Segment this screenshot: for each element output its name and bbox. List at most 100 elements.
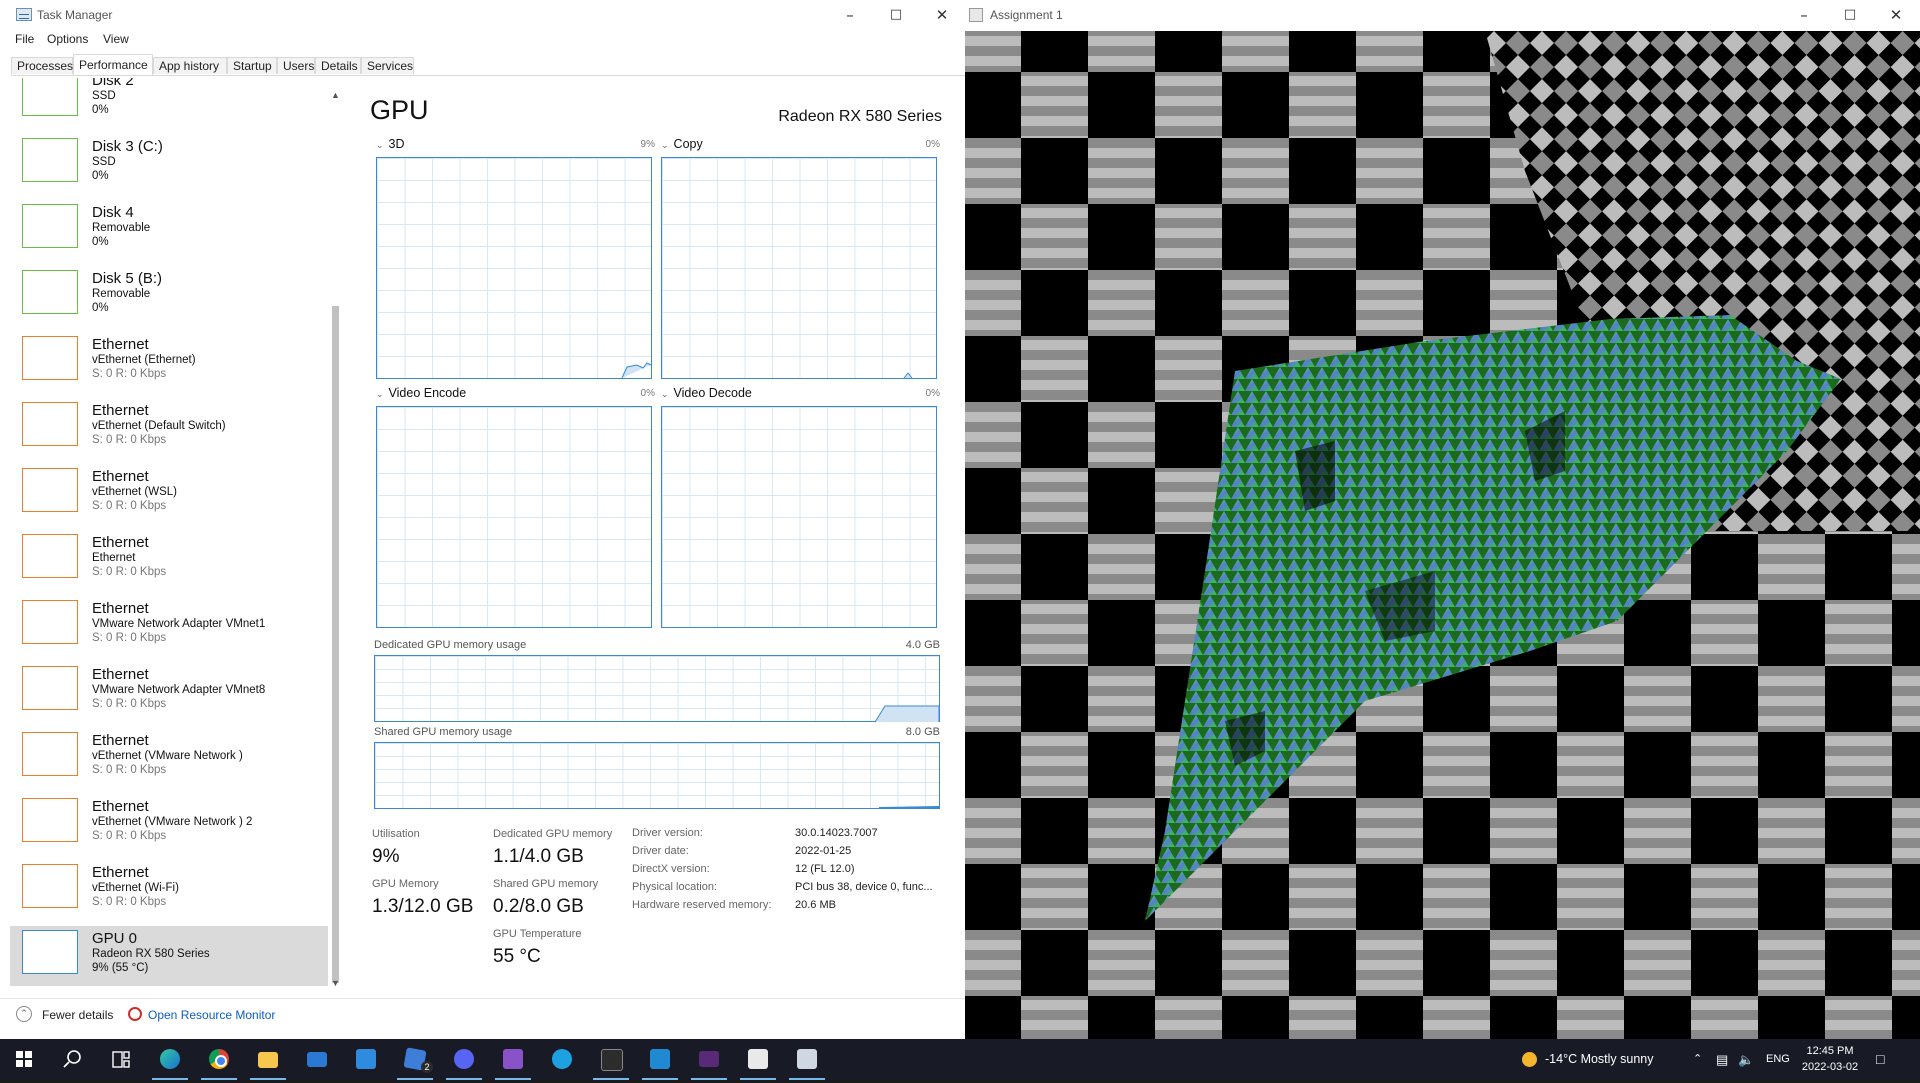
chevron-down-icon: ⌄ [661,389,669,399]
resource-thumbnail [22,600,78,644]
engine-dropdown-video-decode[interactable]: ⌄ Video Decode [661,386,752,400]
engine-label: 3D [388,137,405,151]
resource-list-scrollbar[interactable]: ▲ ▼ [328,88,344,991]
resource-item-eth[interactable]: Ethernet vEthernet (Wi-Fi) S: 0 R: 0 Kbps [10,860,328,920]
engine-percent: 0% [925,139,940,150]
resource-subtitle: SSD [92,156,116,168]
resource-item-disk[interactable]: Disk 3 (C:) SSD 0% [10,134,328,194]
scroll-thumb[interactable] [332,306,339,983]
engine-dropdown-3d[interactable]: ⌄ 3D [376,137,405,151]
physical-location-value: PCI bus 38, device 0, func... [795,881,933,893]
clock[interactable]: 12:45 PM 2022-03-02 [1800,1043,1860,1075]
weather-icon[interactable] [1522,1052,1537,1067]
app-purple-icon[interactable] [685,1039,733,1080]
start-icon[interactable] [0,1039,48,1080]
tab-details[interactable]: Details [315,57,361,74]
engine-dropdown-video-encode[interactable]: ⌄ Video Encode [376,386,466,400]
menu-view[interactable]: View [103,32,129,46]
fewer-details-link[interactable]: Fewer details [42,1008,113,1022]
tab-startup[interactable]: Startup [227,57,277,74]
search-icon[interactable] [48,1039,96,1080]
volume-icon[interactable]: 🔈 [1738,1039,1754,1080]
resource-value: S: 0 R: 0 Kbps [92,632,167,644]
resource-item-disk[interactable]: Disk 5 (B:) Removable 0% [10,266,328,326]
resource-item-eth[interactable]: Ethernet VMware Network Adapter VMnet1 S: … [10,596,328,656]
engine-percent: 0% [640,388,655,399]
dedicated-memory-graph [374,655,940,723]
resource-item-eth[interactable]: Ethernet vEthernet (VMware Network ) S: 0 … [10,728,328,788]
render-viewport[interactable] [965,31,1920,1039]
resource-item-gpu[interactable]: GPU 0 Radeon RX 580 Series 9% (55 °C) [10,926,328,986]
menu-options[interactable]: Options [47,32,88,46]
dedicated-memory-stat-value: 1.1/4.0 GB [493,846,584,867]
resource-value: 0% [92,236,109,248]
tab-bar: Processes Performance App history Startu… [11,54,965,76]
tab-users[interactable]: Users [277,57,315,74]
resource-list: Disk 2 SSD 0% Disk 3 (C:) SSD 0% Disk 4 Removab… [10,78,328,990]
clock-date: 2022-03-02 [1801,1061,1859,1073]
resource-item-disk[interactable]: Disk 2 SSD 0% [10,78,328,128]
edge-icon[interactable] [146,1039,194,1080]
task-view-icon[interactable] [96,1039,144,1080]
skype-icon[interactable] [538,1039,586,1080]
minimize-button[interactable]: – [1781,0,1827,30]
maximize-button[interactable]: □ [1827,0,1873,30]
resource-item-eth[interactable]: Ethernet vEthernet (Default Switch) S: 0 R… [10,398,328,458]
resource-value: S: 0 R: 0 Kbps [92,830,167,842]
directx-version-value: 12 (FL 12.0) [795,863,855,875]
resource-item-eth[interactable]: Ethernet vEthernet (Ethernet) S: 0 R: 0 Kb… [10,332,328,392]
resource-title: Ethernet [92,600,149,617]
engine-dropdown-copy[interactable]: ⌄ Copy [661,137,703,151]
resource-item-eth[interactable]: Ethernet vEthernet (WSL) S: 0 R: 0 Kbps [10,464,328,524]
resource-thumbnail [22,666,78,710]
chevron-down-icon: ⌄ [376,389,384,399]
tab-services[interactable]: Services [361,57,414,74]
resource-item-eth[interactable]: Ethernet Ethernet S: 0 R: 0 Kbps [10,530,328,590]
title-bar[interactable]: Task Manager – □ ✕ [0,0,965,30]
maximize-button[interactable]: □ [873,0,919,30]
resource-thumbnail [22,336,78,380]
tab-performance[interactable]: Performance [73,54,153,75]
resource-item-eth[interactable]: Ethernet VMware Network Adapter VMnet8 S: … [10,662,328,722]
calendar-icon[interactable] [342,1039,390,1080]
vscode-icon[interactable] [636,1039,684,1080]
resource-value: S: 0 R: 0 Kbps [92,566,167,578]
resource-item-eth[interactable]: Ethernet vEthernet (VMware Network ) 2 S: … [10,794,328,854]
network-icon[interactable]: ▤ [1716,1039,1728,1080]
visual-studio-icon[interactable] [489,1039,537,1080]
chevron-up-icon[interactable]: ⌃ [1693,1039,1702,1080]
chrome-icon[interactable] [195,1039,243,1080]
terminal-icon[interactable] [587,1039,635,1080]
file-explorer-icon[interactable] [244,1039,292,1080]
tab-app-history[interactable]: App history [153,57,227,74]
task-manager-icon[interactable] [783,1039,831,1080]
resource-subtitle: vEthernet (Ethernet) [92,354,196,366]
title-bar[interactable]: Assignment 1 – □ ✕ [965,0,1920,31]
resource-subtitle: Removable [92,222,151,234]
resource-thumbnail [22,138,78,182]
todo-icon[interactable]: 2 [391,1039,439,1080]
driver-version-label: Driver version: [632,827,703,839]
chevron-up-icon[interactable]: ⌃ [16,1006,32,1022]
open-resource-monitor-link[interactable]: Open Resource Monitor [148,1008,275,1022]
resource-monitor-icon[interactable] [128,1007,142,1021]
notification-icon[interactable]: □ [1876,1039,1884,1080]
graph-3d [376,157,652,379]
assignment-window: Assignment 1 – □ ✕ [965,0,1920,1039]
close-button[interactable]: ✕ [919,0,965,30]
app-window-icon[interactable] [734,1039,782,1080]
close-button[interactable]: ✕ [1873,0,1919,30]
resource-item-disk[interactable]: Disk 4 Removable 0% [10,200,328,260]
utilisation-label: Utilisation [372,828,420,840]
language-indicator[interactable]: ENG [1766,1039,1790,1080]
window-title: Task Manager [37,8,113,22]
reserved-memory-label: Hardware reserved memory: [632,899,772,911]
scroll-up-arrow[interactable]: ▲ [331,90,340,100]
minimize-button[interactable]: – [827,0,873,30]
mail-icon[interactable] [293,1039,341,1080]
menu-file[interactable]: File [15,32,34,46]
tab-processes[interactable]: Processes [11,57,73,74]
weather-text[interactable]: -14°C Mostly sunny [1545,1039,1654,1080]
scroll-down-arrow[interactable]: ▼ [331,978,340,988]
discord-icon[interactable] [440,1039,488,1080]
